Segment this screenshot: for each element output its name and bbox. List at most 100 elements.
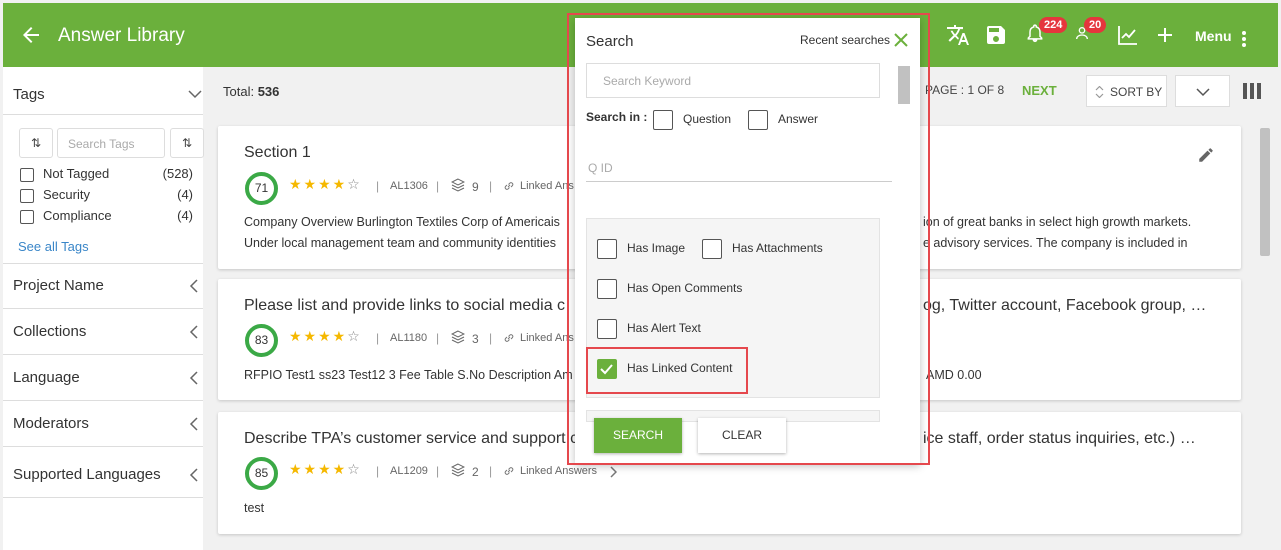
score-ring: 85 bbox=[245, 457, 278, 490]
chevron-down-icon bbox=[1196, 88, 1210, 97]
answer-preview: Company Overview Burlington Textiles Cor… bbox=[244, 215, 560, 229]
chevron-left-icon[interactable] bbox=[189, 371, 199, 385]
layers-icon bbox=[451, 463, 465, 477]
has-image-checkbox[interactable] bbox=[597, 239, 617, 259]
sort-az-icon: ⇅ bbox=[30, 136, 42, 150]
analytics-icon[interactable] bbox=[1116, 23, 1140, 47]
chevron-left-icon[interactable] bbox=[189, 468, 199, 482]
tag-name: Not Tagged bbox=[43, 166, 110, 181]
card-title-right: ice staff, order status inquiries, etc.)… bbox=[923, 430, 1196, 447]
sidebar-section-language[interactable]: Language bbox=[13, 369, 80, 386]
sidebar-section-supported-languages[interactable]: Supported Languages bbox=[13, 466, 161, 483]
sort-arrows-icon bbox=[1095, 86, 1104, 98]
total-value: 536 bbox=[257, 84, 280, 99]
notifications-button[interactable]: 224 bbox=[1025, 17, 1068, 47]
chevron-left-icon[interactable] bbox=[189, 417, 199, 431]
sort-count-button[interactable]: ⇅ bbox=[170, 128, 204, 158]
close-icon[interactable] bbox=[893, 32, 909, 48]
sort-by-button[interactable]: SORT BY bbox=[1086, 75, 1167, 107]
linked-answers-link[interactable]: Linked Ans bbox=[520, 180, 574, 192]
chevron-left-icon[interactable] bbox=[189, 325, 199, 339]
qid-input[interactable]: Q ID bbox=[588, 161, 613, 175]
tag-checkbox[interactable] bbox=[20, 168, 34, 182]
sort-order-dropdown[interactable] bbox=[1175, 75, 1230, 107]
clear-button[interactable]: CLEAR bbox=[698, 418, 786, 453]
tag-name: Security bbox=[43, 187, 90, 202]
highlight-box bbox=[586, 347, 748, 394]
recent-searches-link[interactable]: Recent searches bbox=[800, 33, 890, 47]
chevron-right-icon[interactable] bbox=[609, 466, 617, 478]
main-scrollbar[interactable] bbox=[1260, 128, 1270, 256]
has-attachments-checkbox[interactable] bbox=[702, 239, 722, 259]
star-rating[interactable]: ★★★★☆ bbox=[289, 176, 362, 193]
has-open-comments-label: Has Open Comments bbox=[627, 281, 743, 295]
menu-label: Menu bbox=[1195, 28, 1232, 44]
total-count: Total: 536 bbox=[223, 84, 279, 99]
link-icon bbox=[504, 467, 514, 475]
tag-count: (4) bbox=[177, 208, 193, 223]
answer-preview-right: AMD 0.00 bbox=[926, 368, 982, 382]
search-in-question-checkbox[interactable] bbox=[653, 110, 673, 130]
linked-answers-link[interactable]: Linked Ans bbox=[520, 332, 574, 344]
search-in-answer-checkbox[interactable] bbox=[748, 110, 768, 130]
advanced-search-panel: Search Recent searches Search Keyword Se… bbox=[575, 18, 920, 464]
score-ring: 71 bbox=[245, 172, 278, 205]
search-keyword-input[interactable]: Search Keyword bbox=[586, 63, 880, 98]
answer-id: AL1180 bbox=[390, 332, 428, 344]
answer-preview: RFPIO Test1 ss23 Test12 3 Fee Table S.No… bbox=[244, 368, 573, 382]
has-open-comments-checkbox[interactable] bbox=[597, 279, 617, 299]
has-attachments-label: Has Attachments bbox=[732, 241, 823, 255]
layers-icon bbox=[451, 178, 465, 192]
tag-row[interactable]: Not Tagged (528) bbox=[17, 166, 197, 184]
tag-row[interactable]: Security (4) bbox=[17, 187, 197, 205]
star-rating[interactable]: ★★★★☆ bbox=[289, 328, 362, 345]
tag-count: (4) bbox=[177, 187, 193, 202]
has-alert-text-checkbox[interactable] bbox=[597, 319, 617, 339]
answer-preview-right: e advisory services. The company is incl… bbox=[923, 236, 1188, 250]
sidebar-section-collections[interactable]: Collections bbox=[13, 323, 86, 340]
save-icon[interactable] bbox=[984, 23, 1008, 47]
sort-by-label: SORT BY bbox=[1110, 85, 1163, 99]
total-label: Total: bbox=[223, 84, 255, 99]
panel-scrollbar[interactable] bbox=[898, 66, 910, 104]
columns-view-icon[interactable] bbox=[1243, 83, 1261, 99]
answer-preview-right: ion of great banks in select high growth… bbox=[923, 215, 1192, 229]
edit-icon[interactable] bbox=[1197, 146, 1215, 164]
linked-answers-link[interactable]: Linked Answers bbox=[520, 465, 597, 477]
users-count-badge: 20 bbox=[1084, 17, 1107, 33]
tag-search-input[interactable]: Search Tags bbox=[57, 128, 165, 158]
score-ring: 83 bbox=[245, 324, 278, 357]
page-indicator: PAGE : 1 OF 8 bbox=[925, 83, 1005, 97]
search-button[interactable]: SEARCH bbox=[594, 418, 682, 453]
sort-az-button[interactable]: ⇅ bbox=[19, 128, 53, 158]
see-all-tags-link[interactable]: See all Tags bbox=[18, 239, 89, 254]
back-arrow-icon[interactable] bbox=[19, 23, 43, 47]
stack-count: 9 bbox=[472, 180, 479, 194]
chevron-down-icon[interactable] bbox=[188, 89, 202, 99]
menu-button[interactable]: Menu bbox=[1195, 28, 1246, 47]
tag-checkbox[interactable] bbox=[20, 210, 34, 224]
has-alert-text-label: Has Alert Text bbox=[627, 321, 701, 335]
next-page-button[interactable]: NEXT bbox=[1022, 83, 1057, 98]
link-icon bbox=[504, 182, 514, 190]
layers-icon bbox=[451, 330, 465, 344]
chevron-left-icon[interactable] bbox=[189, 279, 199, 293]
sort-count-icon: ⇅ bbox=[181, 136, 193, 150]
search-in-question-label: Question bbox=[683, 112, 732, 126]
filter-sidebar: Tags ⇅ Search Tags ⇅ Not Tagged (528) Se… bbox=[3, 67, 204, 550]
tag-checkbox[interactable] bbox=[20, 189, 34, 203]
star-rating[interactable]: ★★★★☆ bbox=[289, 461, 362, 478]
search-in-label: Search in : bbox=[586, 110, 648, 124]
card-title: Please list and provide links to social … bbox=[244, 297, 566, 314]
add-icon[interactable] bbox=[1153, 23, 1177, 47]
sidebar-section-moderators[interactable]: Moderators bbox=[13, 415, 89, 432]
sidebar-section-project-name[interactable]: Project Name bbox=[13, 277, 104, 294]
tag-row[interactable]: Compliance (4) bbox=[17, 208, 197, 226]
answer-preview: test bbox=[244, 501, 265, 515]
users-button[interactable]: 20 bbox=[1074, 17, 1107, 47]
answer-id: AL1209 bbox=[390, 465, 428, 477]
translate-icon[interactable] bbox=[946, 23, 970, 47]
tag-name: Compliance bbox=[43, 208, 112, 223]
notification-count-badge: 224 bbox=[1039, 17, 1068, 33]
tags-heading: Tags bbox=[13, 86, 45, 103]
